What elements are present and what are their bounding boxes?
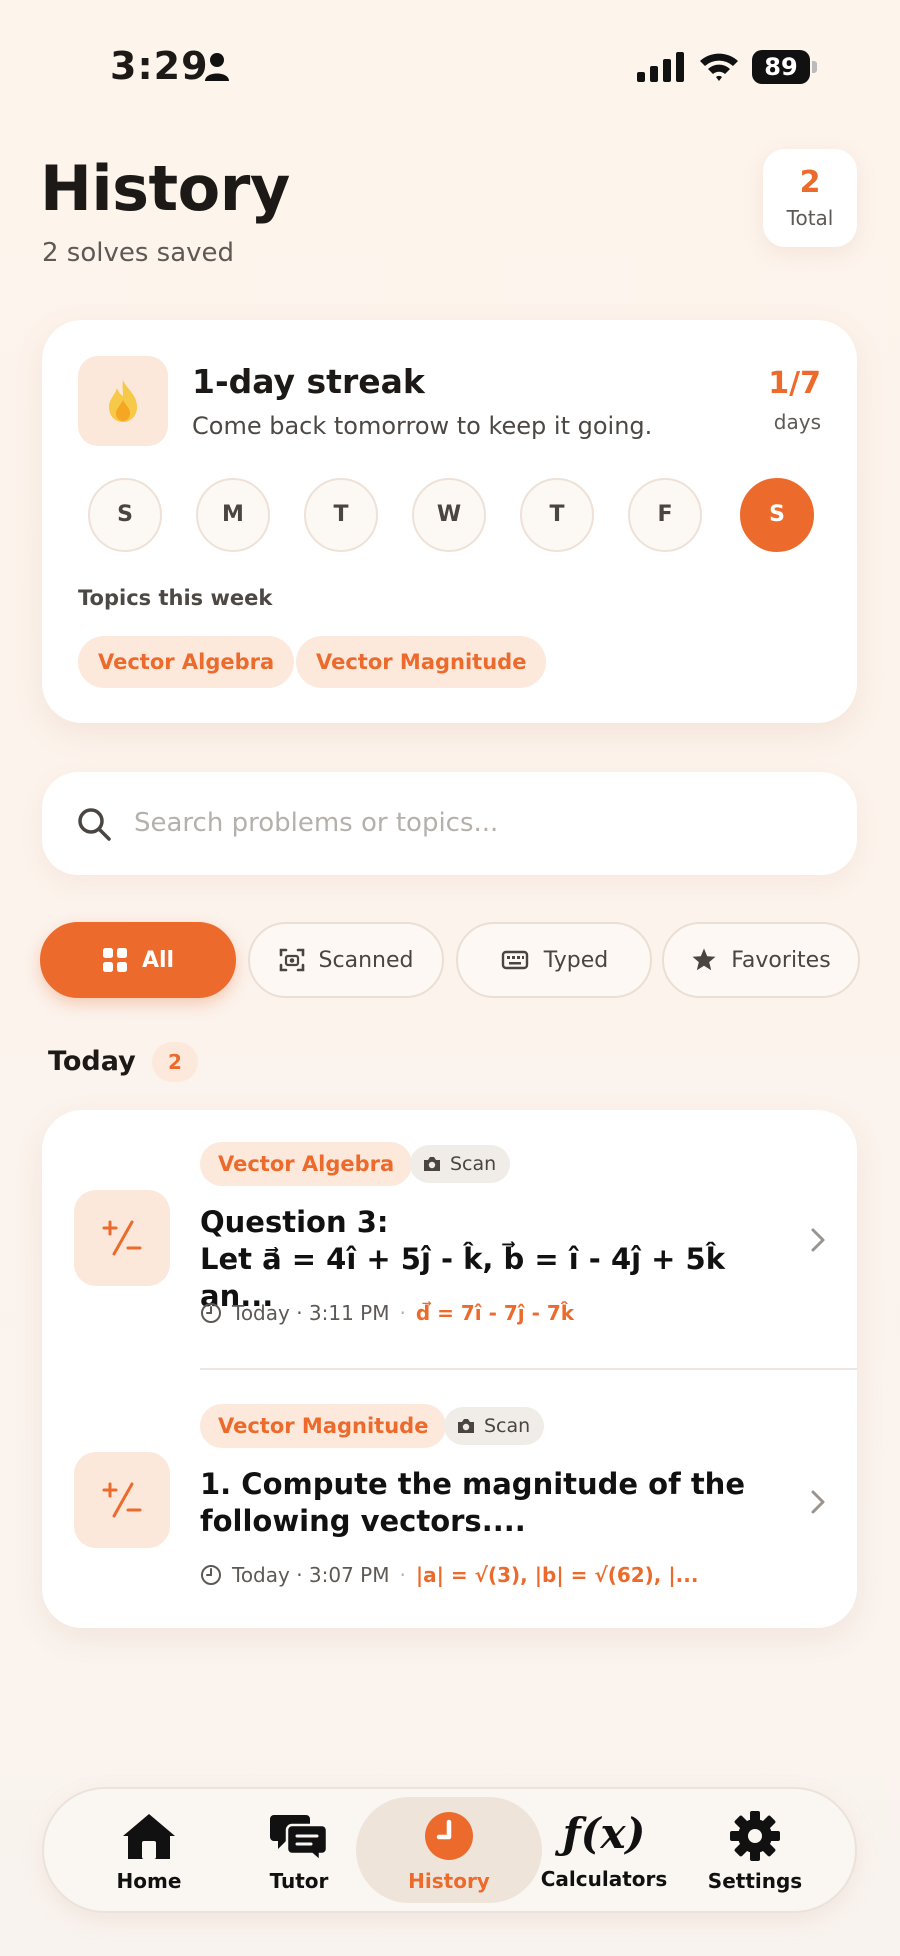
history-item[interactable]: Vector Magnitude Scan 1. Compute the mag…	[42, 1370, 857, 1628]
battery-level: 89	[752, 50, 810, 84]
item-answer: |a| = √(3), |b| = √(62), |...	[415, 1563, 699, 1587]
topic-tag: Vector Magnitude	[200, 1404, 447, 1448]
wifi-icon	[700, 53, 738, 81]
camera-icon	[458, 1419, 474, 1433]
chat-icon	[270, 1815, 328, 1861]
status-time: 3:29	[110, 44, 209, 88]
nav-calculators[interactable]: ƒ(x) Calculators	[529, 1797, 679, 1903]
section-title: Today	[48, 1046, 136, 1077]
topic-tag: Vector Algebra	[200, 1142, 413, 1186]
nav-label: Home	[116, 1869, 182, 1893]
filter-tab-all[interactable]: All	[40, 922, 236, 998]
nav-tutor[interactable]: Tutor	[224, 1797, 374, 1903]
history-item[interactable]: Vector Algebra Scan Question 3: Let a⃗ =…	[42, 1110, 857, 1370]
keyboard-icon	[501, 950, 528, 970]
source-label: Scan	[484, 1415, 531, 1437]
filter-tab-favorites[interactable]: Favorites	[662, 922, 860, 998]
day-tuesday: T	[304, 478, 378, 552]
streak-days: S M T W T F S	[88, 478, 814, 552]
day-thursday: T	[520, 478, 594, 552]
filter-tab-scanned[interactable]: Scanned	[248, 922, 444, 998]
chevron-right-icon	[811, 1490, 825, 1514]
star-icon	[692, 948, 716, 971]
item-time: Today · 3:11 PM	[232, 1301, 390, 1325]
clock-icon	[201, 1565, 221, 1585]
camera-icon	[424, 1157, 440, 1171]
nav-label: Calculators	[540, 1867, 668, 1891]
function-icon: ƒ(x)	[562, 1809, 646, 1858]
grid-icon	[102, 948, 127, 972]
battery-indicator: 89	[752, 50, 818, 84]
item-meta: Today · 3:11 PM · d⃗ = 7î - 7ĵ - 7k̂	[200, 1298, 574, 1328]
clock-icon	[201, 1303, 221, 1323]
search-input[interactable]	[134, 798, 814, 848]
nav-home[interactable]: Home	[74, 1797, 224, 1903]
day-saturday: S	[740, 478, 814, 552]
bottom-nav: Home Tutor History ƒ(x) Calculators Sett…	[42, 1787, 857, 1913]
nav-label: Settings	[707, 1869, 803, 1893]
signal-icon	[637, 52, 684, 82]
nav-label: History	[408, 1869, 490, 1893]
scan-icon	[279, 948, 304, 972]
source-tag: Scan	[410, 1145, 511, 1183]
chevron-right-icon	[811, 1228, 825, 1252]
battery-tip	[812, 61, 817, 73]
total-card: 2 Total	[763, 149, 857, 247]
meta-separator: ·	[399, 1563, 406, 1587]
day-friday: F	[628, 478, 702, 552]
status-bar: 3:29 89	[0, 40, 900, 90]
filter-label: All	[141, 947, 175, 973]
filter-label: Typed	[543, 947, 609, 973]
search-bar[interactable]	[42, 772, 857, 875]
math-ops-badge	[74, 1190, 170, 1286]
plus-minus-icon	[102, 1220, 142, 1256]
filter-label: Scanned	[318, 947, 414, 973]
day-sunday: S	[88, 478, 162, 552]
section-count-badge: 2	[152, 1042, 198, 1082]
topic-chip[interactable]: Vector Magnitude	[296, 636, 547, 688]
filter-label: Favorites	[731, 947, 831, 973]
gear-icon	[730, 1811, 780, 1861]
streak-unit: days	[773, 410, 821, 434]
streak-count: 1/7	[768, 366, 821, 401]
flame-badge	[78, 356, 168, 446]
search-icon	[78, 808, 111, 841]
flame-icon	[109, 380, 137, 422]
source-tag: Scan	[444, 1407, 545, 1445]
page-subtitle: 2 solves saved	[42, 238, 235, 268]
item-answer: d⃗ = 7î - 7ĵ - 7k̂	[415, 1301, 575, 1325]
day-monday: M	[196, 478, 270, 552]
nav-label: Tutor	[269, 1869, 329, 1893]
source-label: Scan	[450, 1153, 497, 1175]
topic-chip[interactable]: Vector Algebra	[78, 636, 295, 688]
clock-icon	[425, 1812, 473, 1860]
home-icon	[123, 1814, 175, 1859]
meta-separator: ·	[399, 1301, 406, 1325]
streak-card: 1-day streak Come back tomorrow to keep …	[42, 320, 857, 723]
nav-history[interactable]: History	[356, 1797, 542, 1903]
topics-label: Topics this week	[78, 586, 273, 610]
item-meta: Today · 3:07 PM · |a| = √(3), |b| = √(62…	[200, 1560, 698, 1590]
day-wednesday: W	[412, 478, 486, 552]
math-ops-badge	[74, 1452, 170, 1548]
nav-settings[interactable]: Settings	[680, 1797, 830, 1903]
filter-tab-typed[interactable]: Typed	[456, 922, 652, 998]
streak-subtitle: Come back tomorrow to keep it going.	[192, 412, 653, 440]
history-list: Vector Algebra Scan Question 3: Let a⃗ =…	[42, 1110, 857, 1628]
streak-title: 1-day streak	[192, 362, 425, 401]
page-title: History	[40, 152, 290, 225]
plus-minus-icon	[102, 1482, 142, 1518]
total-value: 2	[799, 165, 821, 200]
question-text: 1. Compute the magnitude of the followin…	[200, 1467, 745, 1538]
total-label: Total	[786, 206, 834, 230]
item-time: Today · 3:07 PM	[232, 1563, 390, 1587]
person-icon	[205, 53, 229, 81]
